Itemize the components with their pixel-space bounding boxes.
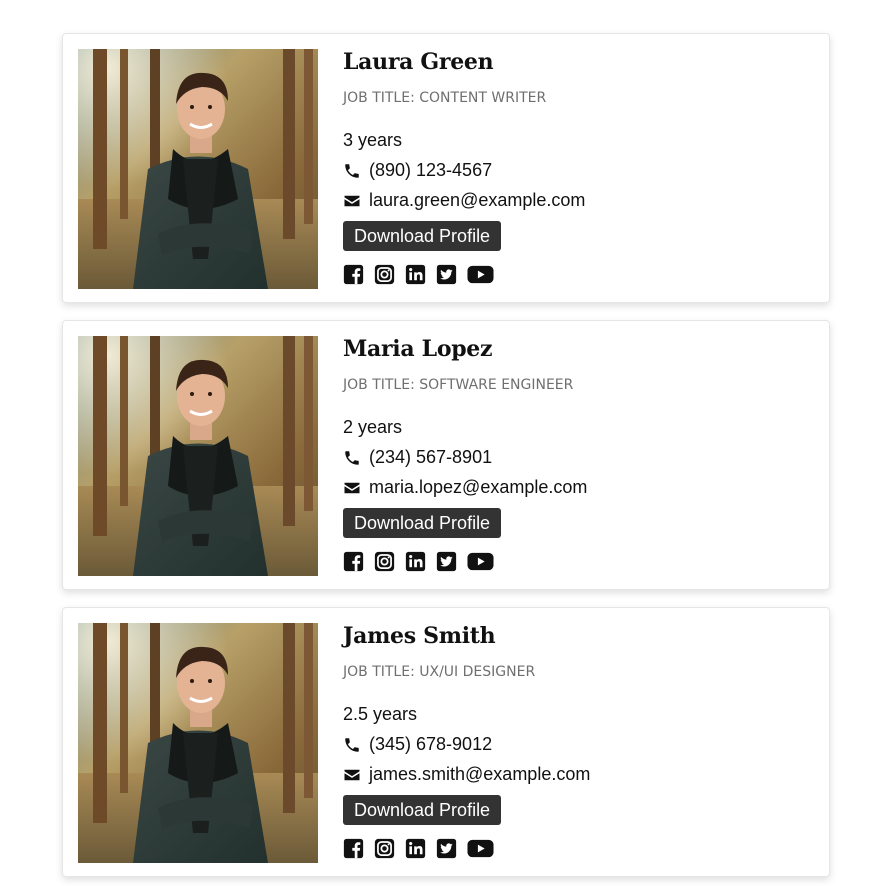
phone-number[interactable]: (345) 678-9012 bbox=[369, 734, 492, 755]
experience: 2.5 years bbox=[343, 704, 418, 724]
linkedin-icon[interactable] bbox=[405, 264, 426, 285]
facebook-icon[interactable] bbox=[343, 551, 364, 572]
email-address[interactable]: james.smith@example.com bbox=[369, 764, 590, 785]
facebook-icon[interactable] bbox=[343, 264, 364, 285]
profile-card-list: Laura Green JOB TITLE: CONTENT WRITER 3 … bbox=[0, 0, 886, 886]
phone-icon bbox=[343, 736, 361, 754]
profile-name: Maria Lopez bbox=[343, 336, 493, 362]
profile-name: James Smith bbox=[343, 623, 496, 649]
facebook-icon[interactable] bbox=[343, 838, 364, 859]
instagram-icon[interactable] bbox=[374, 264, 395, 285]
social-links bbox=[343, 264, 504, 285]
profile-name: Laura Green bbox=[343, 49, 494, 75]
envelope-icon bbox=[343, 192, 361, 210]
instagram-icon[interactable] bbox=[374, 551, 395, 572]
phone-line: (234) 567-8901 bbox=[343, 447, 492, 468]
youtube-icon[interactable] bbox=[467, 838, 494, 859]
download-profile-button[interactable]: Download Profile bbox=[343, 508, 502, 538]
profile-card: Laura Green JOB TITLE: CONTENT WRITER 3 … bbox=[62, 33, 830, 303]
experience: 2 years bbox=[343, 417, 403, 437]
instagram-icon[interactable] bbox=[374, 838, 395, 859]
email-address[interactable]: maria.lopez@example.com bbox=[369, 477, 587, 498]
email-line: james.smith@example.com bbox=[343, 764, 590, 785]
twitter-icon[interactable] bbox=[436, 838, 457, 859]
profile-card: Maria Lopez JOB TITLE: SOFTWARE ENGINEER… bbox=[62, 320, 830, 590]
envelope-icon bbox=[343, 479, 361, 497]
phone-line: (345) 678-9012 bbox=[343, 734, 492, 755]
phone-line: (890) 123-4567 bbox=[343, 160, 492, 181]
email-address[interactable]: laura.green@example.com bbox=[369, 190, 585, 211]
download-profile-button[interactable]: Download Profile bbox=[343, 795, 502, 825]
profile-card: James Smith JOB TITLE: UX/UI DESIGNER 2.… bbox=[62, 607, 830, 877]
profile-photo bbox=[78, 49, 318, 289]
twitter-icon[interactable] bbox=[436, 264, 457, 285]
job-title: JOB TITLE: SOFTWARE ENGINEER bbox=[343, 377, 574, 393]
twitter-icon[interactable] bbox=[436, 551, 457, 572]
linkedin-icon[interactable] bbox=[405, 838, 426, 859]
profile-photo bbox=[78, 623, 318, 863]
social-links bbox=[343, 551, 504, 572]
profile-photo bbox=[78, 336, 318, 576]
job-title: JOB TITLE: UX/UI DESIGNER bbox=[343, 664, 536, 680]
experience: 3 years bbox=[343, 130, 403, 150]
social-links bbox=[343, 838, 504, 859]
download-profile-button[interactable]: Download Profile bbox=[343, 221, 502, 251]
phone-icon bbox=[343, 449, 361, 467]
job-title: JOB TITLE: CONTENT WRITER bbox=[343, 90, 547, 106]
email-line: laura.green@example.com bbox=[343, 190, 585, 211]
envelope-icon bbox=[343, 766, 361, 784]
email-line: maria.lopez@example.com bbox=[343, 477, 587, 498]
phone-number[interactable]: (890) 123-4567 bbox=[369, 160, 492, 181]
phone-icon bbox=[343, 162, 361, 180]
youtube-icon[interactable] bbox=[467, 264, 494, 285]
youtube-icon[interactable] bbox=[467, 551, 494, 572]
linkedin-icon[interactable] bbox=[405, 551, 426, 572]
phone-number[interactable]: (234) 567-8901 bbox=[369, 447, 492, 468]
